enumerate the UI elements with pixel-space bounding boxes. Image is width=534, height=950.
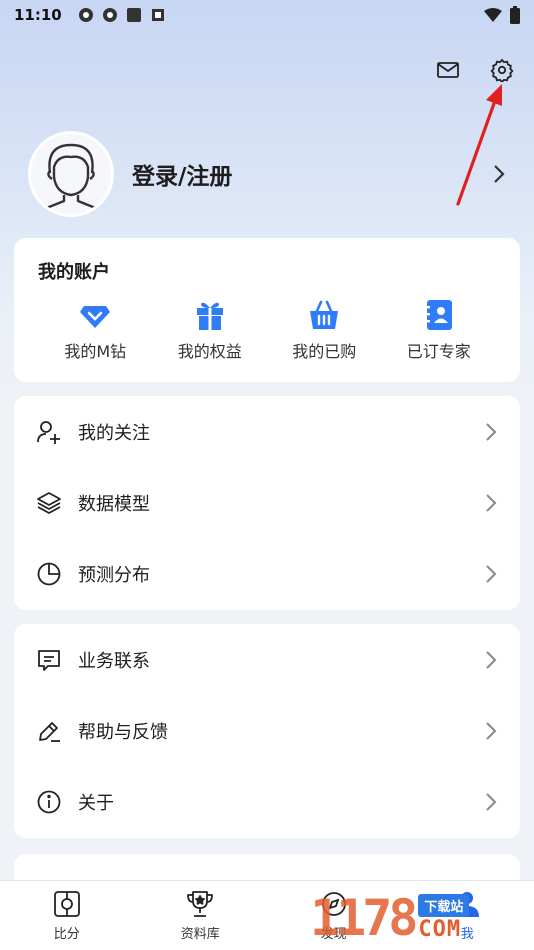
contact-book-icon: [424, 300, 452, 330]
menu-item-label: 数据模型: [78, 493, 150, 515]
account-item-benefits[interactable]: 我的权益: [153, 298, 268, 362]
menu-item-about[interactable]: 关于: [14, 766, 520, 837]
header-actions: [436, 58, 514, 82]
account-item-subscribed-experts[interactable]: 已订专家: [382, 298, 497, 362]
chevron-right-icon: [486, 422, 497, 441]
message-icon: [38, 649, 60, 671]
menu-item-help-feedback[interactable]: 帮助与反馈: [14, 695, 520, 766]
nav-item-scores[interactable]: 比分: [17, 889, 117, 942]
nav-label: 比分: [53, 927, 80, 942]
gear-icon[interactable]: [490, 58, 514, 82]
pen-icon: [39, 721, 60, 742]
chevron-right-icon: [494, 165, 505, 183]
account-item-m-diamond[interactable]: 我的M钻: [38, 298, 153, 362]
score-icon: [53, 891, 80, 917]
info-icon: [37, 790, 61, 813]
menu-item-following[interactable]: 我的关注: [14, 396, 520, 467]
menu-group-2: 业务联系 帮助与反馈 关于: [14, 624, 520, 838]
user-plus-icon: [37, 420, 60, 444]
watermark-number: 1178: [310, 889, 418, 947]
avatar[interactable]: [28, 131, 114, 217]
login-profile-row[interactable]: 登录/注册: [28, 130, 506, 218]
basket-icon: [310, 300, 339, 329]
account-item-label: 我的权益: [177, 342, 242, 361]
watermark-tag: 下载站: [418, 894, 470, 917]
status-bar: 11:10: [0, 0, 534, 30]
gift-icon: [196, 302, 223, 330]
chevron-right-icon: [486, 650, 497, 669]
account-item-label: 我的已购: [292, 342, 357, 361]
site-watermark: 1178 下载站 COM: [310, 886, 534, 950]
chevron-right-icon: [486, 792, 497, 811]
menu-item-prediction-distribution[interactable]: 预测分布: [14, 538, 520, 609]
account-items: 我的M钻 我的权益 我的已购 已订专家: [38, 298, 496, 362]
menu-group-1: 我的关注 数据模型 预测分布: [14, 396, 520, 610]
nav-item-database[interactable]: 资料库: [150, 889, 250, 942]
chevron-right-icon: [486, 721, 497, 740]
layers-icon: [37, 491, 61, 514]
pie-chart-icon: [37, 562, 61, 585]
default-avatar-icon: [43, 143, 99, 211]
menu-item-label: 关于: [78, 792, 114, 814]
diamond-icon: [80, 306, 111, 328]
watermark-com: COM: [418, 917, 462, 942]
menu-item-label: 业务联系: [78, 650, 150, 672]
menu-item-label: 我的关注: [78, 422, 150, 444]
account-item-label: 已订专家: [406, 342, 471, 361]
account-title: 我的账户: [38, 262, 110, 283]
menu-item-data-model[interactable]: 数据模型: [14, 467, 520, 538]
notification-icon: [102, 8, 117, 22]
chevron-right-icon: [486, 564, 497, 583]
notification-icon: [78, 8, 93, 22]
login-register-label: 登录/注册: [132, 164, 233, 190]
notification-icon: [151, 9, 164, 21]
account-item-label: 我的M钻: [64, 342, 127, 361]
notification-icon: [126, 8, 141, 22]
menu-item-label: 预测分布: [78, 564, 150, 586]
wifi-icon: [484, 8, 502, 22]
mail-icon[interactable]: [436, 58, 460, 82]
status-time: 11:10: [14, 6, 62, 24]
battery-icon: [510, 6, 520, 24]
account-card: 我的账户 我的M钻 我的权益 我的已购 已订专家: [14, 238, 520, 382]
menu-item-label: 帮助与反馈: [78, 721, 168, 743]
account-item-purchased[interactable]: 我的已购: [267, 298, 382, 362]
chevron-right-icon: [486, 493, 497, 512]
trophy-icon: [187, 891, 214, 917]
menu-item-business-contact[interactable]: 业务联系: [14, 624, 520, 695]
nav-label: 资料库: [180, 927, 220, 942]
watermark-side: 下载站 COM: [418, 894, 470, 942]
